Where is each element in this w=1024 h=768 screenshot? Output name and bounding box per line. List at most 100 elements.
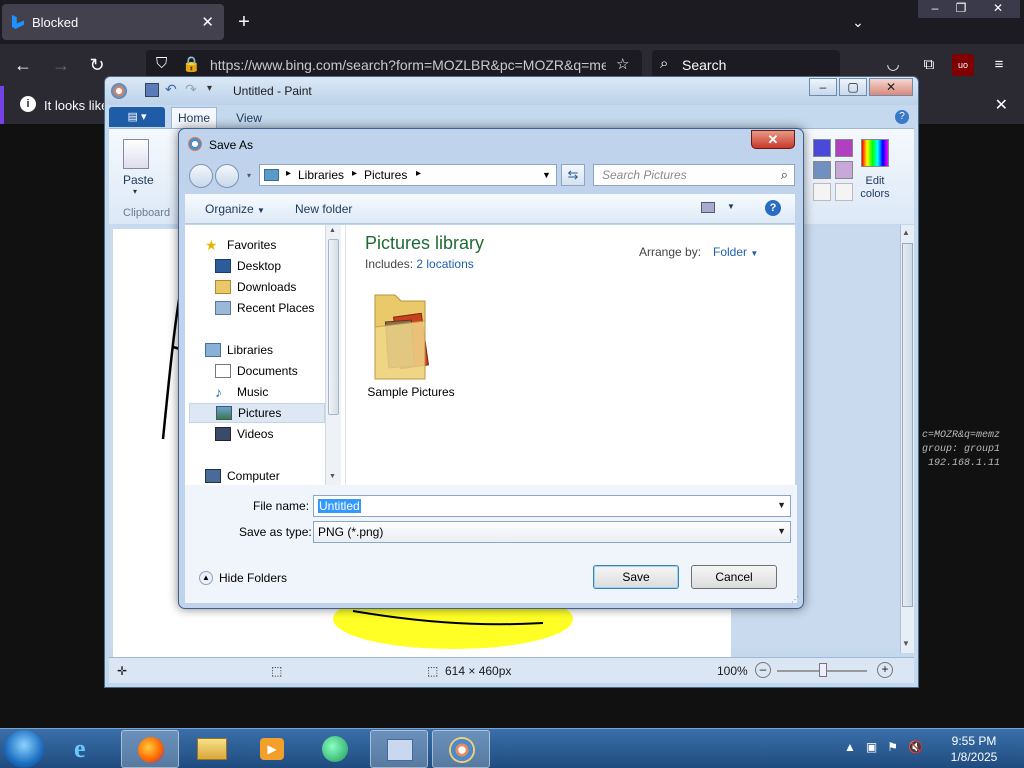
shield-icon[interactable]: ⛉	[156, 55, 167, 72]
address-bar[interactable]: ▸ Libraries ▸ Pictures ▸ ▼	[259, 164, 557, 186]
color-swatch[interactable]	[813, 183, 831, 201]
explorer-taskbar-button[interactable]	[183, 730, 241, 768]
save-button[interactable]: Save	[593, 565, 679, 589]
forward-icon[interactable]: →	[48, 52, 74, 78]
taskbar-clock[interactable]: 9:55 PM 1/8/2025	[946, 733, 1002, 765]
paint-close-icon[interactable]: ✕	[869, 78, 913, 96]
recent-pages-dropdown-icon[interactable]: ▾	[247, 171, 251, 180]
browser-tab[interactable]: Blocked ✕	[2, 4, 224, 40]
pocket-icon[interactable]: ◡	[882, 54, 904, 76]
chevron-down-icon[interactable]: ⌄	[846, 10, 870, 34]
sample-pictures-folder[interactable]	[367, 287, 443, 387]
paste-button[interactable]: Paste	[123, 173, 154, 187]
firefox-taskbar-button[interactable]	[121, 730, 179, 768]
file-name-dropdown-icon[interactable]: ▼	[777, 500, 786, 510]
dialog-close-icon[interactable]: ✕	[751, 130, 795, 149]
file-name-input[interactable]: Untitled ▼	[313, 495, 791, 517]
start-button-icon[interactable]	[4, 730, 44, 768]
color-swatch[interactable]	[835, 161, 853, 179]
internet-explorer-icon[interactable]: e	[60, 730, 118, 768]
breadcrumb-arrow-icon[interactable]: ▸	[352, 168, 357, 179]
nav-libraries[interactable]: Libraries	[205, 340, 345, 360]
paint-app-icon[interactable]	[111, 83, 127, 99]
bookmark-star-icon[interactable]: ☆	[616, 55, 629, 73]
save-icon[interactable]	[145, 83, 159, 97]
close-window-icon[interactable]: ✕	[976, 0, 1020, 18]
control-panel-taskbar-button[interactable]	[370, 730, 428, 768]
paint-minimize-icon[interactable]: –	[809, 78, 837, 96]
search-icon[interactable]: ⌕	[781, 167, 788, 183]
color-swatch[interactable]	[835, 183, 853, 201]
paint-titlebar[interactable]: ↶ ↷ ▾ Untitled - Paint – ▢ ✕	[105, 77, 918, 105]
file-name-value[interactable]: Untitled	[318, 499, 361, 513]
resize-grip-icon[interactable]: ⋰	[791, 595, 801, 605]
nav-pictures[interactable]: Pictures	[189, 403, 325, 423]
help-icon[interactable]: ?	[765, 200, 781, 216]
sample-pictures-label[interactable]: Sample Pictures	[361, 385, 461, 399]
paste-dropdown-icon[interactable]: ▾	[133, 187, 137, 196]
url-text[interactable]: https://www.bing.com/search?form=MOZLBR&…	[210, 57, 606, 73]
save-as-type-select[interactable]: PNG (*.png) ▼	[313, 521, 791, 543]
redo-icon[interactable]: ↷	[185, 81, 197, 98]
media-player-taskbar-button[interactable]: ▶	[244, 730, 302, 768]
zoom-in-icon[interactable]: +	[877, 662, 893, 678]
color-swatch[interactable]	[813, 139, 831, 157]
forward-icon[interactable]	[215, 164, 239, 188]
scroll-thumb[interactable]	[328, 239, 339, 415]
ublock-icon[interactable]: uo	[952, 54, 974, 76]
hide-folders-button[interactable]: ▲ Hide Folders	[199, 571, 287, 585]
show-hidden-icons-icon[interactable]: ▲	[844, 740, 856, 754]
network-icon[interactable]: ▣	[866, 740, 877, 754]
help-icon[interactable]: ?	[895, 110, 909, 124]
save-as-type-dropdown-icon[interactable]: ▼	[777, 526, 786, 536]
paint-file-menu-button[interactable]: ▤ ▾	[109, 107, 165, 127]
lock-icon[interactable]: 🔒	[182, 55, 201, 73]
new-folder-button[interactable]: New folder	[295, 202, 352, 216]
refresh-icon[interactable]: ⇆	[561, 164, 585, 186]
zoom-out-icon[interactable]: –	[755, 662, 771, 678]
paint-taskbar-button[interactable]	[432, 730, 490, 768]
arrange-by-dropdown[interactable]: Folder ▼	[713, 245, 758, 259]
scroll-up-icon[interactable]: ▲	[902, 228, 910, 237]
view-dropdown-icon[interactable]: ▼	[727, 202, 735, 211]
action-center-flag-icon[interactable]: ⚑	[887, 740, 898, 754]
scroll-up-icon[interactable]: ▲	[329, 227, 336, 234]
back-icon[interactable]	[189, 164, 213, 188]
scroll-down-icon[interactable]: ▼	[902, 639, 910, 648]
scroll-thumb[interactable]	[902, 243, 913, 607]
dialog-titlebar[interactable]: Save As	[179, 129, 803, 159]
address-dropdown-icon[interactable]: ▼	[542, 170, 551, 180]
menu-icon[interactable]: ≡	[988, 54, 1010, 76]
canvas-vertical-scrollbar[interactable]: ▲ ▼	[900, 225, 914, 653]
new-tab-icon[interactable]: +	[232, 10, 256, 34]
tab-view[interactable]: View	[229, 109, 269, 127]
dialog-search-input[interactable]: Search Pictures ⌕	[593, 164, 795, 186]
edit-colors-icon[interactable]	[861, 139, 889, 167]
clipboard-paste-icon[interactable]	[123, 139, 149, 169]
messenger-taskbar-button[interactable]	[306, 730, 364, 768]
view-options-icon[interactable]	[701, 202, 715, 213]
zoom-slider-thumb[interactable]	[819, 663, 827, 677]
volume-muted-icon[interactable]: 🔇	[908, 740, 923, 754]
breadcrumb-arrow-icon[interactable]: ▸	[286, 168, 291, 179]
restore-icon[interactable]: ❐	[944, 0, 978, 18]
breadcrumb-pictures[interactable]: Pictures	[364, 168, 407, 182]
scroll-down-icon[interactable]: ▼	[329, 473, 336, 480]
breadcrumb-arrow-icon[interactable]: ▸	[416, 168, 421, 179]
color-swatch[interactable]	[835, 139, 853, 157]
close-tab-icon[interactable]: ✕	[201, 13, 214, 31]
quick-access-dropdown-icon[interactable]: ▾	[207, 83, 212, 94]
locations-link[interactable]: 2 locations	[416, 257, 473, 271]
cancel-button[interactable]: Cancel	[691, 565, 777, 589]
color-swatch[interactable]	[813, 161, 831, 179]
close-notification-icon[interactable]: ✕	[995, 95, 1008, 115]
undo-icon[interactable]: ↶	[165, 81, 177, 98]
breadcrumb-libraries[interactable]: Libraries	[298, 168, 344, 182]
reload-icon[interactable]: ↻	[84, 52, 110, 78]
tab-home[interactable]: Home	[171, 107, 217, 129]
paint-maximize-icon[interactable]: ▢	[839, 78, 867, 96]
organize-button[interactable]: Organize ▼	[205, 202, 265, 216]
nav-favorites[interactable]: ★ Favorites	[205, 235, 345, 255]
nav-computer[interactable]: Computer	[205, 466, 345, 486]
nav-scrollbar[interactable]: ▲ ▼	[325, 225, 341, 485]
